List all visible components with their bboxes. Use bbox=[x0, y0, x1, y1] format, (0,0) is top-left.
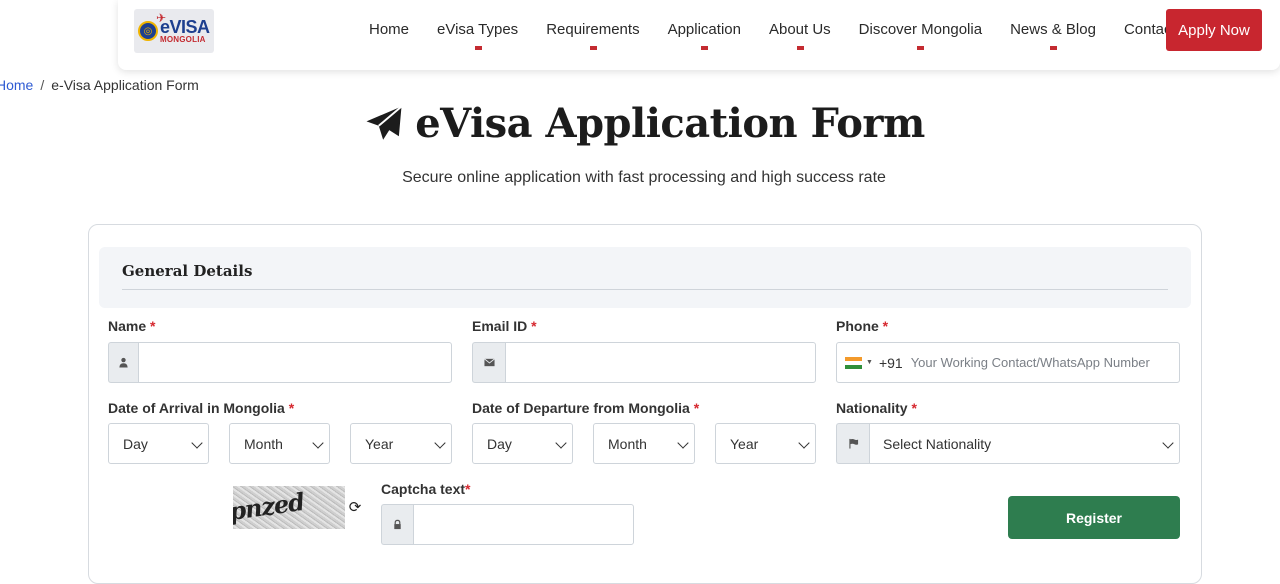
register-button[interactable]: Register bbox=[1008, 496, 1180, 539]
name-input[interactable] bbox=[138, 342, 452, 383]
breadcrumb: Home / e-Visa Application Form bbox=[0, 77, 199, 93]
nav-home[interactable]: Home bbox=[369, 0, 409, 38]
departure-date-label: Date of Departure from Mongolia * bbox=[472, 400, 700, 416]
logo-title: eVISA bbox=[160, 17, 210, 37]
site-logo[interactable]: ✈ ◎ eVISA MONGOLIA bbox=[134, 9, 214, 53]
apply-now-button[interactable]: Apply Now bbox=[1166, 9, 1262, 51]
section-header: General Details bbox=[99, 247, 1191, 308]
phone-label: Phone * bbox=[836, 318, 889, 334]
arrival-day-select[interactable]: Day bbox=[108, 423, 209, 464]
email-input[interactable] bbox=[505, 342, 816, 383]
dropdown-indicator-icon bbox=[589, 46, 597, 50]
logo-plane-icon: ✈ bbox=[156, 11, 167, 25]
section-title: General Details bbox=[122, 262, 253, 280]
departure-month-select[interactable]: Month bbox=[593, 423, 695, 464]
dropdown-indicator-icon bbox=[474, 46, 482, 50]
chevron-down-icon bbox=[555, 437, 567, 449]
name-label: Name * bbox=[108, 318, 156, 334]
arrival-year-select[interactable]: Year bbox=[350, 423, 452, 464]
logo-subtitle: MONGOLIA bbox=[160, 35, 206, 44]
chevron-down-icon bbox=[798, 437, 810, 449]
nav-requirements[interactable]: Requirements bbox=[546, 0, 640, 50]
email-input-group bbox=[472, 342, 816, 383]
logo-globe-icon: ◎ bbox=[138, 21, 158, 41]
nav-news-blog[interactable]: News & Blog bbox=[1010, 0, 1096, 50]
envelope-icon bbox=[472, 342, 505, 383]
refresh-captcha-icon[interactable]: ⟳ bbox=[347, 499, 363, 515]
paper-plane-icon bbox=[366, 105, 403, 140]
departure-day-select[interactable]: Day bbox=[472, 423, 573, 464]
chevron-down-icon bbox=[1162, 437, 1174, 449]
captcha-image: pnzed bbox=[233, 486, 345, 529]
site-header: ✈ ◎ eVISA MONGOLIA Home eVisa Types Requ… bbox=[118, 0, 1280, 70]
flag-icon bbox=[836, 423, 869, 464]
chevron-down-icon bbox=[312, 437, 324, 449]
breadcrumb-current: e-Visa Application Form bbox=[51, 77, 199, 93]
section-divider bbox=[122, 289, 1168, 290]
nav-discover-mongolia[interactable]: Discover Mongolia bbox=[859, 0, 982, 50]
email-label: Email ID * bbox=[472, 318, 537, 334]
nav-application[interactable]: Application bbox=[668, 0, 741, 50]
dropdown-indicator-icon bbox=[701, 46, 709, 50]
country-dropdown-caret-icon[interactable]: ▼ bbox=[866, 359, 873, 366]
nationality-label: Nationality * bbox=[836, 400, 917, 416]
page-title: eVisa Application Form bbox=[363, 100, 925, 147]
phone-placeholder: Your Working Contact/WhatsApp Number bbox=[910, 355, 1150, 370]
breadcrumb-separator: / bbox=[40, 77, 45, 93]
nav-about-us[interactable]: About Us bbox=[769, 0, 831, 50]
nav-evisa-types[interactable]: eVisa Types bbox=[437, 0, 518, 50]
dropdown-indicator-icon bbox=[1050, 46, 1057, 50]
lock-icon bbox=[381, 504, 413, 545]
nationality-select[interactable]: Select Nationality bbox=[869, 423, 1180, 464]
chevron-down-icon bbox=[191, 437, 203, 449]
name-input-group bbox=[108, 342, 452, 383]
breadcrumb-home-link[interactable]: Home bbox=[0, 77, 33, 93]
captcha-input-group bbox=[381, 504, 634, 545]
arrival-month-select[interactable]: Month bbox=[229, 423, 330, 464]
captcha-label: Captcha text* bbox=[381, 481, 471, 497]
chevron-down-icon bbox=[434, 437, 446, 449]
dropdown-indicator-icon bbox=[796, 46, 804, 50]
user-icon bbox=[108, 342, 138, 383]
nationality-input-group: Select Nationality bbox=[836, 423, 1180, 464]
india-flag-icon bbox=[845, 356, 862, 369]
phone-input[interactable]: ▼ +91 Your Working Contact/WhatsApp Numb… bbox=[836, 342, 1180, 383]
page-subtitle: Secure online application with fast proc… bbox=[402, 169, 886, 186]
departure-year-select[interactable]: Year bbox=[715, 423, 816, 464]
chevron-down-icon bbox=[677, 437, 689, 449]
main-nav: Home eVisa Types Requirements Applicatio… bbox=[369, 0, 1204, 70]
phone-dial-code: +91 bbox=[878, 354, 903, 371]
captcha-input[interactable] bbox=[413, 504, 634, 545]
arrival-date-label: Date of Arrival in Mongolia * bbox=[108, 400, 295, 416]
dropdown-indicator-icon bbox=[917, 46, 925, 50]
